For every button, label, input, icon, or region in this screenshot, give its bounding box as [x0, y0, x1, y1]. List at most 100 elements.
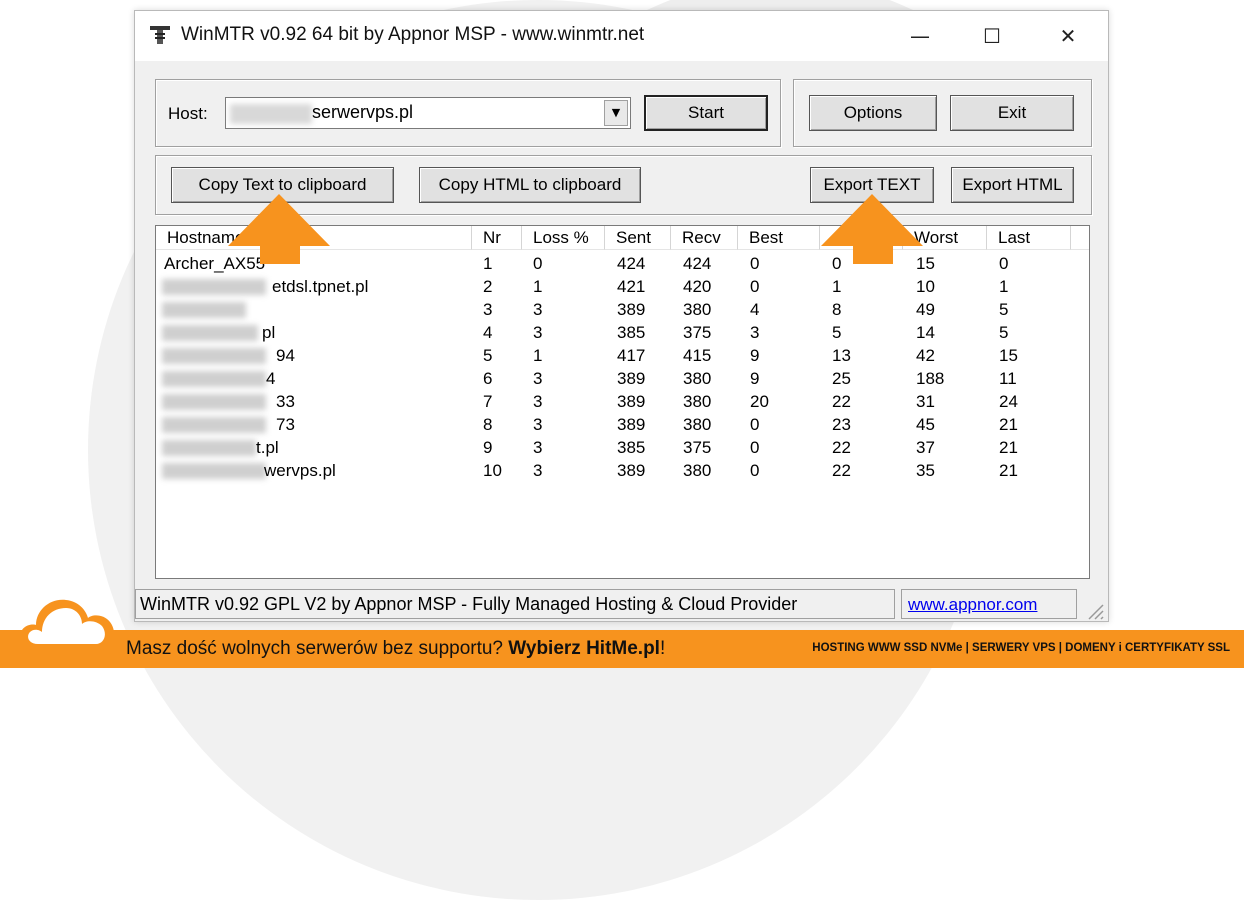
cell-host: 4 — [266, 369, 276, 388]
cell-host: etdsl.tpnet.pl — [272, 277, 369, 296]
cell-loss: 0 — [533, 254, 543, 273]
resize-grip-icon[interactable] — [1083, 599, 1105, 621]
redacted-area — [162, 279, 266, 295]
cell-worst: 31 — [916, 392, 935, 411]
column-header-best[interactable]: Best — [738, 226, 820, 250]
cell-host: 94 — [276, 346, 295, 365]
cell-best: 0 — [750, 415, 760, 434]
chevron-down-icon[interactable]: ▼ — [604, 100, 628, 126]
cell-loss: 1 — [533, 346, 543, 365]
app-icon — [150, 26, 170, 44]
column-header-nr[interactable]: Nr — [472, 226, 522, 250]
cell-recv: 424 — [683, 254, 712, 273]
cell-sent: 389 — [617, 300, 646, 319]
column-header-sent[interactable]: Sent — [605, 226, 671, 250]
copy-html-button[interactable]: Copy HTML to clipboard — [419, 167, 641, 203]
title-bar[interactable]: WinMTR v0.92 64 bit by Appnor MSP - www.… — [135, 11, 1108, 61]
cell-loss: 3 — [533, 300, 543, 319]
column-header-last[interactable]: Last — [987, 226, 1071, 250]
column-header-loss[interactable]: Loss % — [522, 226, 605, 250]
cell-nr: 8 — [483, 415, 493, 434]
cell-nr: 4 — [483, 323, 493, 342]
cell-best: 0 — [750, 254, 760, 273]
cell-nr: 1 — [483, 254, 493, 273]
banner-lead: Masz dość wolnych serwerów bez supportu? — [126, 638, 509, 659]
cell-sent: 385 — [617, 438, 646, 457]
cell-recv: 380 — [683, 369, 712, 388]
cell-nr: 6 — [483, 369, 493, 388]
cell-sent: 389 — [617, 461, 646, 480]
cell-loss: 3 — [533, 392, 543, 411]
cell-best: 0 — [750, 438, 760, 457]
redacted-area — [230, 104, 312, 124]
cell-host: pl — [262, 323, 276, 342]
maximize-button[interactable]: ☐ — [962, 11, 1022, 61]
cell-recv: 380 — [683, 415, 712, 434]
exit-button[interactable]: Exit — [950, 95, 1074, 131]
cell-recv: 420 — [683, 277, 712, 296]
cell-worst: 49 — [916, 300, 935, 319]
host-input-value[interactable]: serwervps.pl — [312, 102, 413, 123]
export-html-button[interactable]: Export HTML — [951, 167, 1074, 203]
status-bar: WinMTR v0.92 GPL V2 by Appnor MSP - Full… — [135, 585, 1110, 623]
close-button[interactable]: ✕ — [1038, 11, 1098, 61]
cell-last: 0 — [999, 254, 1009, 273]
cell-sent: 417 — [617, 346, 646, 365]
promo-banner: Masz dość wolnych serwerów bez supportu?… — [0, 630, 1244, 668]
cell-last: 21 — [999, 438, 1018, 457]
host-combobox[interactable]: serwervps.pl ▼ — [225, 97, 631, 129]
cell-last: 21 — [999, 461, 1018, 480]
status-text: WinMTR v0.92 GPL V2 by Appnor MSP - Full… — [135, 589, 895, 619]
cell-recv: 375 — [683, 438, 712, 457]
cell-nr: 10 — [483, 461, 502, 480]
cell-nr: 7 — [483, 392, 493, 411]
cell-recv: 380 — [683, 392, 712, 411]
table-row[interactable]: 4 6 3 389 380 9 25 188 11 — [156, 367, 1089, 390]
redacted-area — [162, 394, 266, 410]
column-header-recv[interactable]: Recv — [671, 226, 738, 250]
banner-end: ! — [659, 638, 666, 659]
table-row[interactable]: 3 3 389 380 4 8 49 5 — [156, 298, 1089, 321]
options-button[interactable]: Options — [809, 95, 937, 131]
cell-worst: 45 — [916, 415, 935, 434]
minimize-icon: — — [910, 24, 930, 48]
cell-best: 9 — [750, 346, 760, 365]
cell-best: 20 — [750, 392, 769, 411]
cell-nr: 5 — [483, 346, 493, 365]
cell-avrg: 22 — [832, 461, 851, 480]
cell-sent: 421 — [617, 277, 646, 296]
cell-last: 1 — [999, 277, 1009, 296]
table-row[interactable]: 33 7 3 389 380 20 22 31 24 — [156, 390, 1089, 413]
redacted-area — [162, 302, 246, 318]
cell-avrg: 8 — [832, 300, 842, 319]
cell-last: 5 — [999, 300, 1009, 319]
column-header-filler — [1071, 226, 1089, 250]
minimize-button[interactable]: — — [890, 11, 950, 61]
cell-loss: 3 — [533, 438, 543, 457]
cell-worst: 10 — [916, 277, 935, 296]
table-row[interactable]: 94 5 1 417 415 9 13 42 15 — [156, 344, 1089, 367]
arrow-up-icon — [228, 194, 330, 264]
cell-loss: 3 — [533, 323, 543, 342]
cell-worst: 14 — [916, 323, 935, 342]
close-icon: ✕ — [1059, 24, 1077, 48]
table-row[interactable]: etdsl.tpnet.pl 2 1 421 420 0 1 10 1 — [156, 275, 1089, 298]
cell-host: 73 — [276, 415, 295, 434]
table-row[interactable]: wervps.pl 10 3 389 380 0 22 35 21 — [156, 459, 1089, 482]
redacted-area — [162, 440, 256, 456]
cell-worst: 35 — [916, 461, 935, 480]
banner-text: Masz dość wolnych serwerów bez supportu?… — [126, 638, 665, 660]
results-table[interactable]: Hostname Nr Loss % Sent Recv Best Avrg W… — [155, 225, 1090, 579]
table-row[interactable]: 73 8 3 389 380 0 23 45 21 — [156, 413, 1089, 436]
banner-brand[interactable]: Wybierz HitMe.pl — [508, 638, 660, 659]
redacted-area — [162, 325, 258, 341]
appnor-link[interactable]: www.appnor.com — [901, 589, 1077, 619]
cell-loss: 3 — [533, 369, 543, 388]
window-title: WinMTR v0.92 64 bit by Appnor MSP - www.… — [181, 24, 645, 45]
cell-nr: 3 — [483, 300, 493, 319]
cell-worst: 37 — [916, 438, 935, 457]
start-button[interactable]: Start — [644, 95, 768, 131]
table-row[interactable]: pl 4 3 385 375 3 5 14 5 — [156, 321, 1089, 344]
table-row[interactable]: t.pl 9 3 385 375 0 22 37 21 — [156, 436, 1089, 459]
cell-last: 5 — [999, 323, 1009, 342]
